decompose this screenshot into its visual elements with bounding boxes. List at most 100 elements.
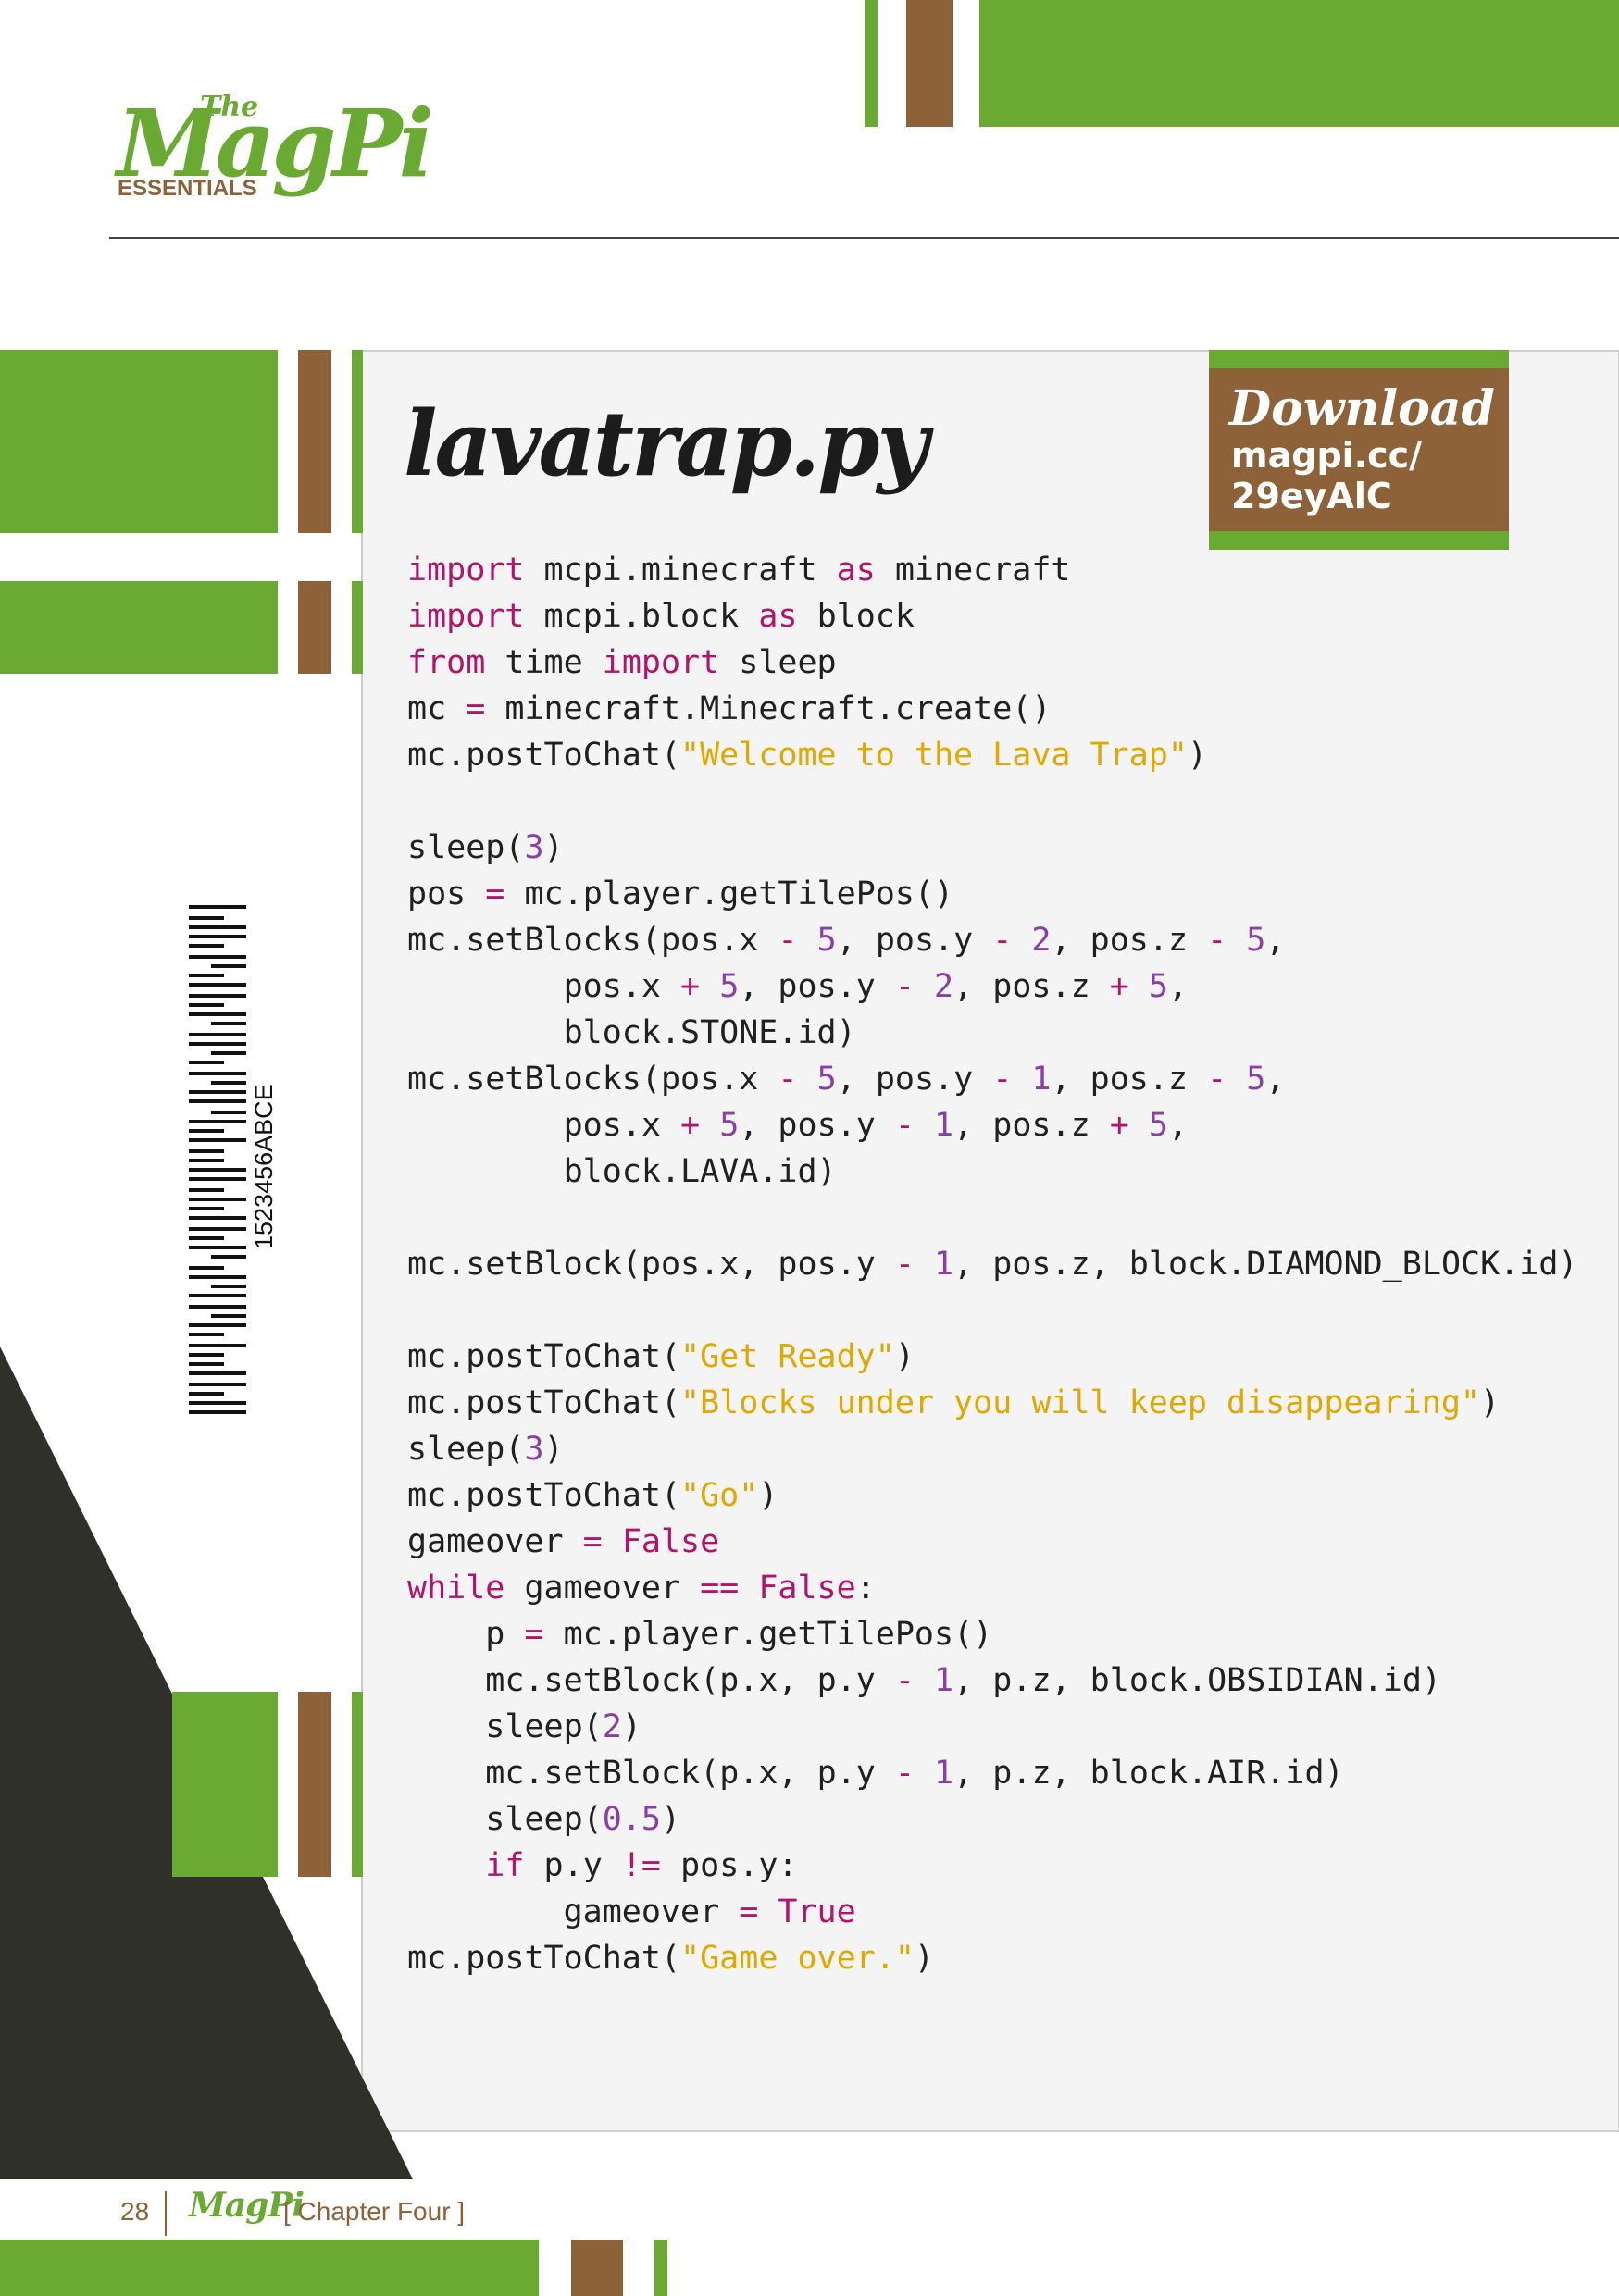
barcode-number: 1523456ABCE: [250, 1084, 278, 1249]
barcode-bar: [189, 1188, 224, 1192]
magpi-essentials-logo: The MagPi ESSENTIALS: [111, 83, 434, 213]
code-line: from time import sleep: [407, 644, 837, 681]
barcode-bar: [189, 916, 224, 920]
barcode-bar: [189, 1383, 246, 1386]
download-heading: Download: [1229, 380, 1495, 437]
barcode-bar: [211, 1111, 246, 1114]
barcode-bar: [189, 1266, 224, 1270]
barcode-bar: [189, 1207, 224, 1210]
barcode-bar: [189, 1012, 246, 1016]
barcode-bar: [189, 1177, 246, 1181]
code-line: pos.x + 5, pos.y - 1, pos.z + 5,: [563, 1107, 1189, 1144]
barcode-bar: [189, 983, 246, 987]
barcode-bar: [189, 1159, 224, 1162]
barcode-bar: [189, 1294, 246, 1297]
barcode-bar: [189, 1129, 224, 1133]
barcode-bar: [189, 1120, 246, 1123]
code-line: import mcpi.minecraft as minecraft: [407, 552, 1071, 589]
barcode-bar: [189, 1344, 246, 1347]
code-line: gameover = True: [563, 1893, 856, 1930]
code-line: sleep(3): [407, 1431, 564, 1468]
barcode-bar: [189, 1033, 246, 1036]
footer-green-thin: [654, 2240, 667, 2296]
barcode-bar: [189, 935, 246, 938]
left-green-block-3: [172, 1692, 278, 1877]
download-box: Download magpi.cc/ 29eyAlC: [1209, 350, 1509, 550]
code-line: mc.postToChat("Get Ready"): [407, 1338, 915, 1375]
barcode-bar: [211, 1285, 246, 1288]
barcode-bar: [189, 1305, 246, 1309]
chapter-label: [ Chapter Four ]: [283, 2197, 466, 2226]
footer-divider: [165, 2191, 167, 2236]
barcode-bar: [189, 1333, 224, 1336]
left-green-block-2: [0, 581, 278, 674]
header-divider: [109, 237, 1619, 239]
code-line: mc.setBlock(p.x, p.y - 1, p.z, block.OBS…: [485, 1662, 1441, 1699]
barcode-bar: [189, 1003, 224, 1007]
code-line: sleep(3): [407, 829, 564, 866]
code-line: mc.setBlocks(pos.x - 5, pos.y - 2, pos.z…: [407, 922, 1286, 959]
left-brown-bar-1: [298, 350, 331, 533]
barcode-bar: [189, 1236, 224, 1240]
barcode-bar: [189, 1042, 246, 1046]
barcode-bar: [211, 1022, 246, 1025]
download-top-stripe: [1209, 350, 1509, 368]
barcode-bar: [211, 1051, 246, 1055]
barcode-bar: [189, 974, 224, 977]
barcode-bar: [211, 1081, 246, 1085]
code-line: p = mc.player.getTilePos(): [485, 1616, 993, 1653]
barcode-bar: [211, 1314, 246, 1318]
barcode-bar: [189, 1216, 246, 1220]
barcode-bar: [189, 955, 246, 959]
code-line: block.STONE.id): [563, 1014, 856, 1051]
barcode-bar: [189, 1246, 246, 1249]
left-green-thin-2: [352, 581, 363, 674]
code-line: if p.y != pos.y:: [485, 1847, 798, 1884]
code-line: gameover = False: [407, 1523, 720, 1560]
footer-brown-bar: [571, 2240, 623, 2296]
listing-title: lavatrap.py: [404, 391, 928, 496]
code-line: mc = minecraft.Minecraft.create(): [407, 690, 1052, 727]
code-line: pos.x + 5, pos.y - 2, pos.z + 5,: [563, 968, 1189, 1005]
barcode-bar: [189, 1227, 246, 1231]
code-listing: import mcpi.minecraft as minecraft import…: [407, 547, 1577, 1981]
barcode-bar: [189, 1090, 246, 1094]
barcode: 1523456ABCE: [185, 898, 278, 1430]
code-line: import mcpi.block as block: [407, 598, 915, 635]
code-line: mc.setBlocks(pos.x - 5, pos.y - 1, pos.z…: [407, 1061, 1286, 1098]
left-green-thin-1: [352, 350, 363, 533]
barcode-bar: [189, 1353, 224, 1357]
barcode-bar: [189, 1362, 224, 1366]
code-line: mc.postToChat("Go"): [407, 1477, 778, 1514]
code-line: sleep(0.5): [485, 1801, 681, 1838]
barcode-bar: [189, 1275, 246, 1279]
left-brown-bar-3: [298, 1692, 331, 1877]
barcode-bar: [189, 1138, 246, 1142]
barcode-bar: [189, 1371, 246, 1375]
barcode-bars: [189, 905, 246, 1414]
code-line: pos = mc.player.getTilePos(): [407, 875, 954, 912]
download-url-line-1[interactable]: magpi.cc/: [1231, 435, 1422, 476]
barcode-bar: [189, 1168, 246, 1172]
footer-green-block: [0, 2240, 539, 2296]
barcode-bar: [189, 1401, 246, 1405]
header-green-bar-thin: [865, 0, 878, 127]
code-line: mc.postToChat("Game over."): [407, 1940, 934, 1977]
barcode-bar: [189, 994, 246, 998]
code-line: mc.setBlock(p.x, p.y - 1, p.z, block.AIR…: [485, 1755, 1344, 1792]
barcode-bar: [189, 1410, 246, 1414]
download-url-line-2[interactable]: 29eyAlC: [1231, 476, 1392, 516]
barcode-bar: [189, 944, 224, 948]
barcode-bar: [189, 1198, 246, 1201]
barcode-bar: [189, 1149, 224, 1153]
left-brown-bar-2: [298, 581, 331, 674]
barcode-bar: [211, 964, 246, 968]
barcode-bar: [189, 925, 246, 929]
code-line: mc.postToChat("Welcome to the Lava Trap"…: [407, 737, 1207, 774]
code-line: mc.setBlock(pos.x, pos.y - 1, pos.z, blo…: [407, 1246, 1578, 1283]
barcode-bar: [189, 1099, 246, 1103]
barcode-bar: [189, 1072, 246, 1075]
code-line: mc.postToChat("Blocks under you will kee…: [407, 1384, 1501, 1421]
